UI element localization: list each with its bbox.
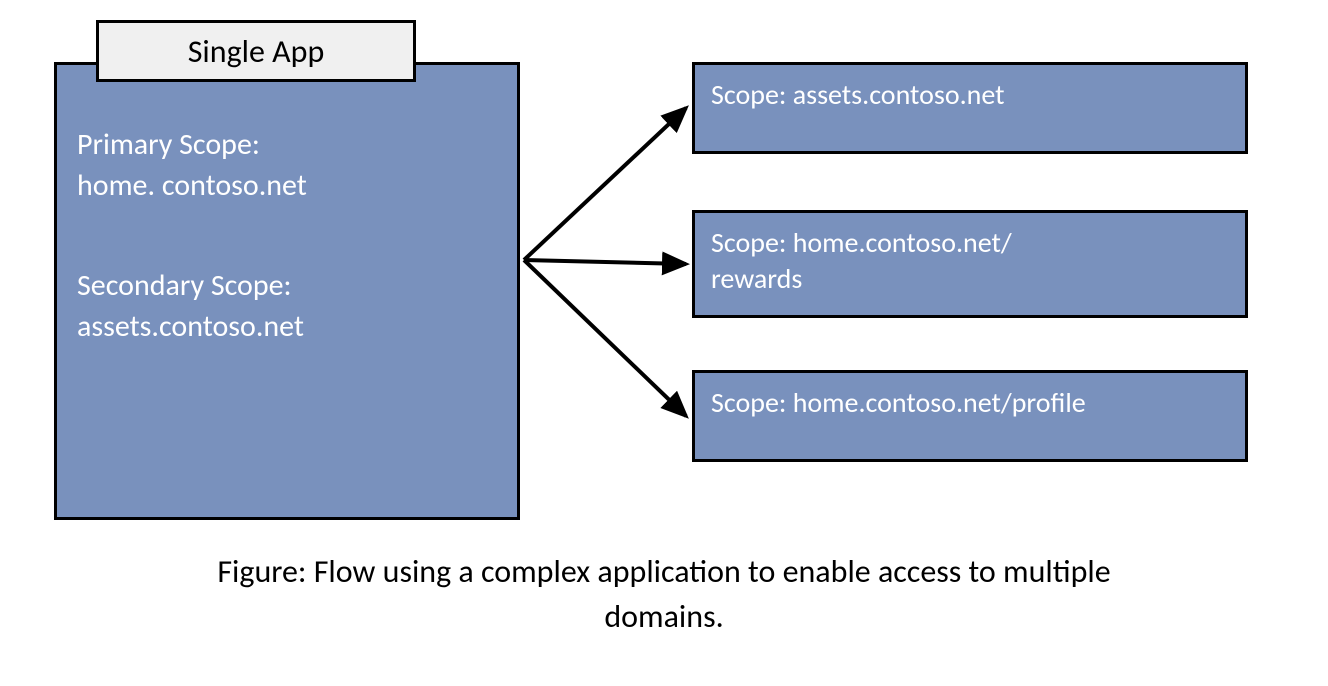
secondary-scope-block: Secondary Scope: assets.contoso.net: [77, 266, 497, 347]
primary-scope-value: home. contoso.net: [77, 166, 497, 207]
scope-box-1-text: Scope: assets.contoso.net: [711, 77, 1005, 113]
primary-scope-block: Primary Scope: home. contoso.net: [77, 125, 497, 206]
scope-box-1: Scope: assets.contoso.net: [692, 62, 1248, 154]
scope-box-3-text: Scope: home.contoso.net/profile: [711, 385, 1086, 421]
scope-box-2: Scope: home.contoso.net/ rewards: [692, 210, 1248, 318]
scope-box-2-text: Scope: home.contoso.net/ rewards: [711, 225, 1012, 298]
diagram-canvas: Primary Scope: home. contoso.net Seconda…: [0, 0, 1328, 686]
title-tab-label: Single App: [188, 32, 325, 71]
figure-caption-text: Figure: Flow using a complex application…: [217, 552, 1110, 636]
secondary-scope-value: assets.contoso.net: [77, 307, 497, 348]
title-tab: Single App: [96, 20, 416, 82]
scope-box-3: Scope: home.contoso.net/profile: [692, 370, 1248, 462]
main-app-box: Primary Scope: home. contoso.net Seconda…: [54, 62, 520, 520]
primary-scope-label: Primary Scope:: [77, 125, 497, 166]
figure-caption: Figure: Flow using a complex application…: [214, 550, 1114, 640]
secondary-scope-label: Secondary Scope:: [77, 266, 497, 307]
